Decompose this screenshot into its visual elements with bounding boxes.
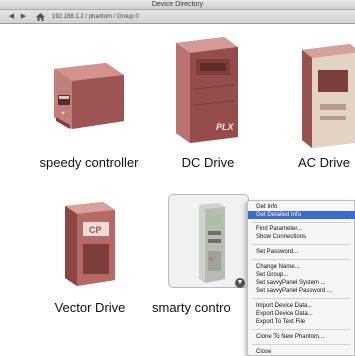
menu-item-change-name[interactable]: Change Name...: [248, 263, 355, 271]
device-label: smarty contro: [152, 300, 231, 315]
vector-drive-image: CP: [65, 202, 115, 286]
menu-item-show-connections[interactable]: Show Connections: [248, 233, 355, 241]
window-title: Device Directory: [151, 1, 204, 8]
menu-divider: [252, 244, 350, 245]
home-icon[interactable]: [34, 12, 46, 22]
menu-item-export-to-text-file[interactable]: Export To Text File: [248, 318, 355, 326]
menu-item-get-detailed-info[interactable]: Get Detailed Info: [248, 211, 355, 219]
menu-divider: [252, 329, 350, 330]
toolbar: ◀ ▶ 192.168.1.2 / phantom / Group 0: [0, 10, 355, 24]
device-label: Vector Drive: [54, 300, 126, 315]
ac-drive-image: [302, 44, 355, 148]
ethernet-module-image: [54, 63, 124, 129]
menu-divider: [252, 222, 350, 223]
menu-item-set-password[interactable]: Set Password...: [248, 248, 355, 256]
menu-item-set-savvypanel-password[interactable]: Set savvyPanel Password ...: [248, 287, 355, 295]
device-label: speedy controller: [39, 155, 139, 170]
svg-text:CP: CP: [89, 225, 102, 235]
menu-item-close[interactable]: Close: [248, 348, 355, 356]
breadcrumb: 192.168.1.2 / phantom / Group 0: [52, 14, 139, 20]
menu-item-import-device-data[interactable]: Import Device Data...: [248, 302, 355, 310]
context-menu: Get Info Get Detailed Info Find Paramete…: [247, 200, 355, 356]
menu-item-set-group[interactable]: Set Group...: [248, 271, 355, 279]
menu-item-find-parameter[interactable]: Find Parameter...: [248, 225, 355, 233]
device-label: AC Drive: [298, 155, 351, 170]
device-label: DC Drive: [181, 155, 235, 170]
plx-logo: PLX: [216, 122, 235, 132]
right-arrow-icon[interactable]: ▶: [18, 12, 29, 22]
menu-divider: [252, 344, 350, 345]
left-arrow-icon[interactable]: ◀: [6, 12, 17, 22]
menu-item-clone-to-new-phantom[interactable]: Clone To New Phantom...: [248, 333, 355, 341]
menu-divider: [252, 259, 350, 260]
dc-drive-image: PLX: [176, 37, 238, 143]
menu-item-get-info[interactable]: Get Info: [248, 203, 355, 211]
menu-item-set-savvypanel-system[interactable]: Set savvyPanel System ...: [248, 279, 355, 287]
smarty-controller-image: [199, 203, 225, 283]
gear-icon[interactable]: ▼: [235, 278, 245, 288]
title-bar: Device Directory: [0, 0, 355, 10]
menu-item-export-device-data[interactable]: Export Device Data...: [248, 310, 355, 318]
menu-divider: [252, 298, 350, 299]
